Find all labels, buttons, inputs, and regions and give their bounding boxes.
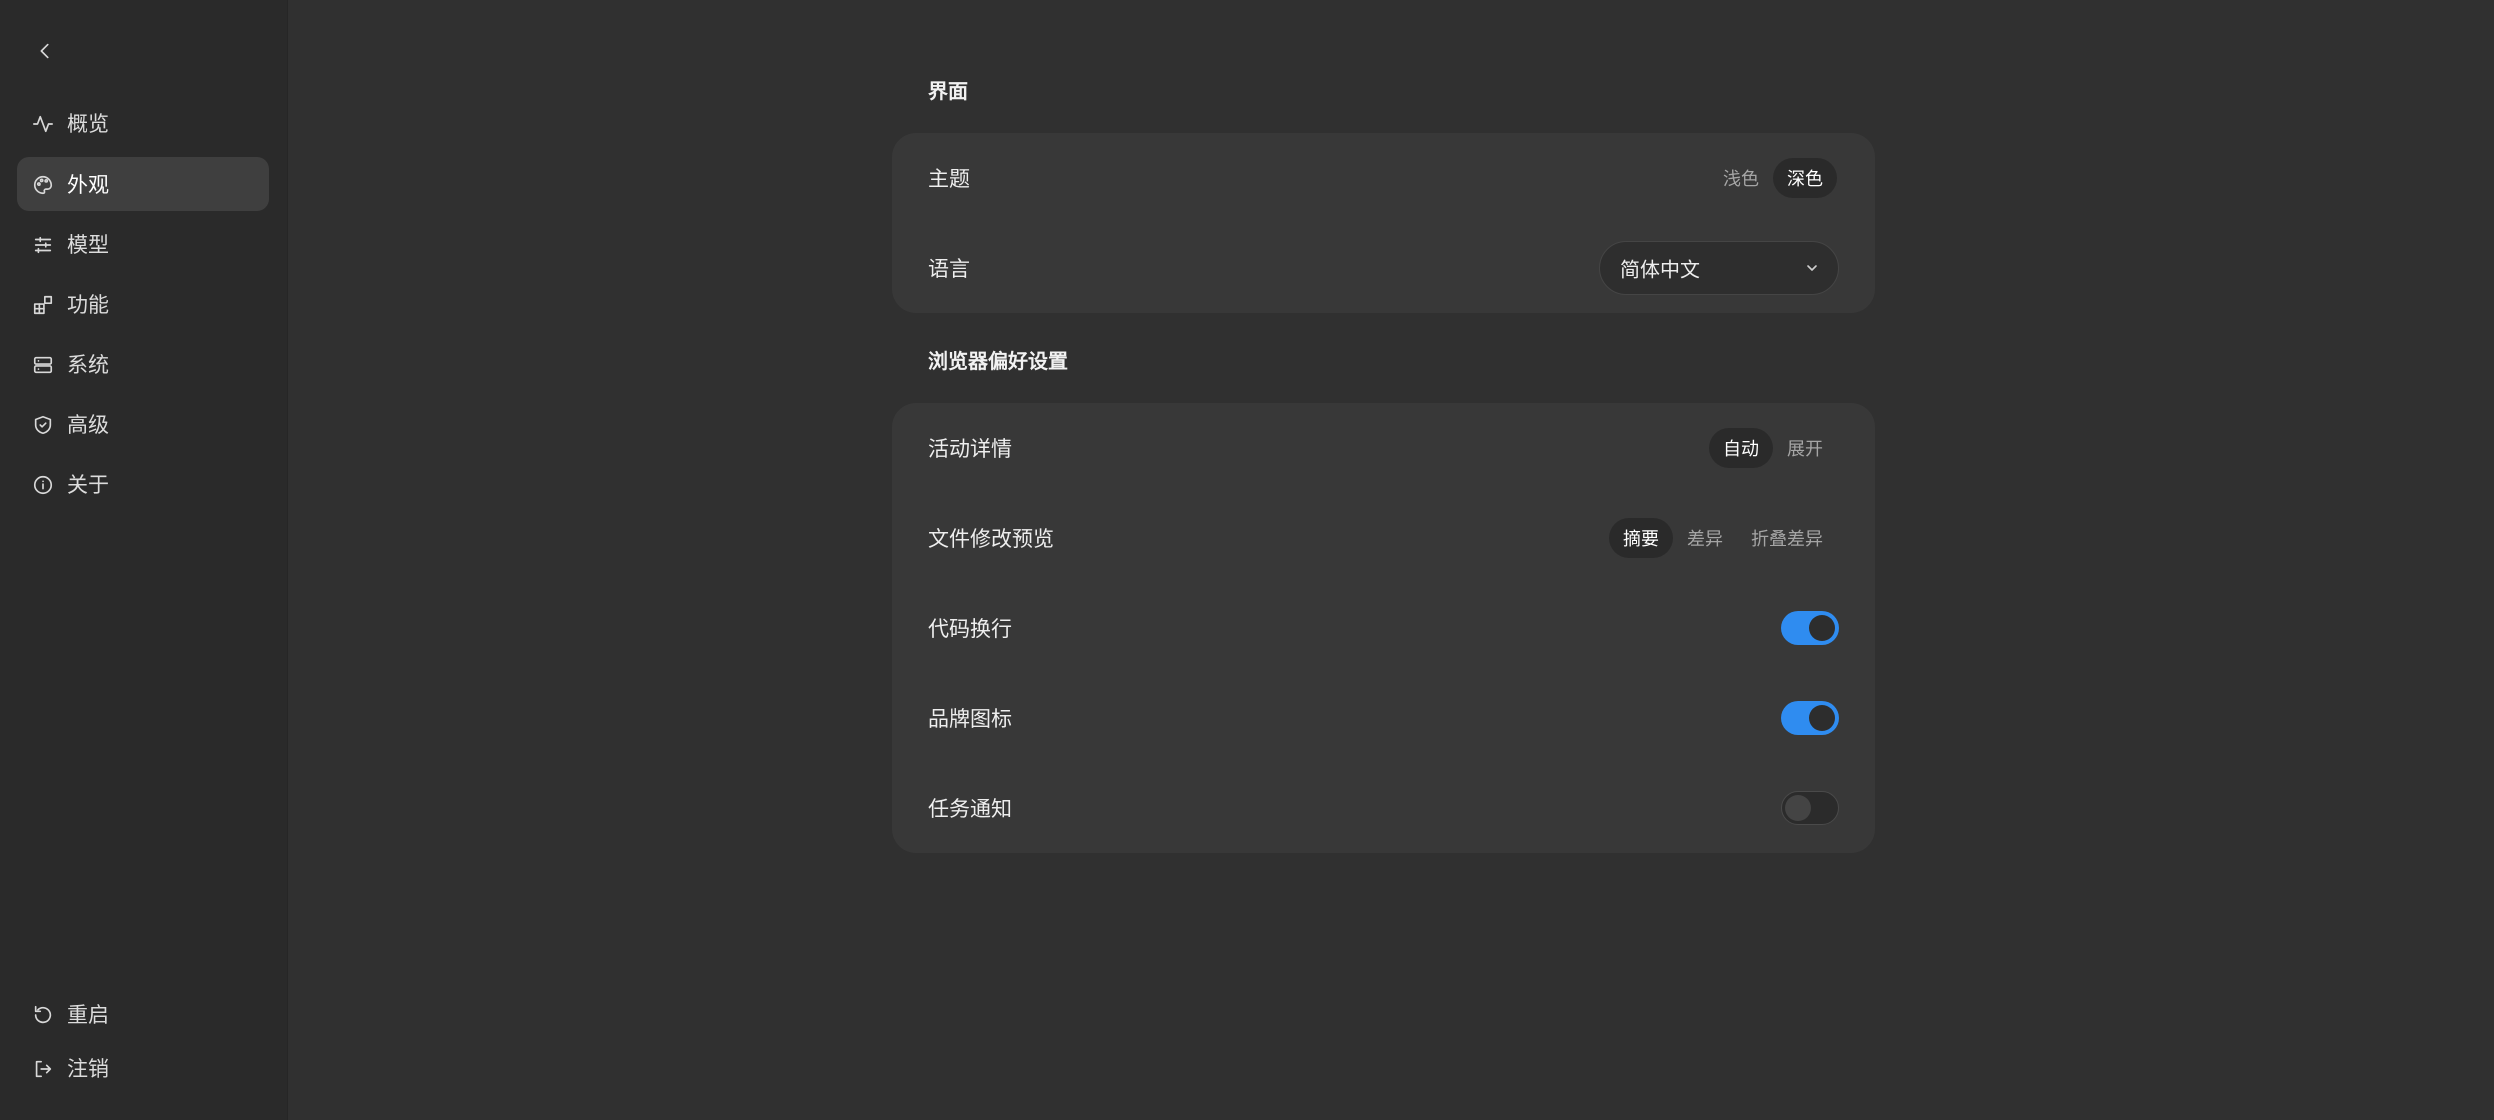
sidebar-item-about[interactable]: 关于 <box>17 457 269 511</box>
toggle-knob <box>1809 705 1835 731</box>
sidebar-item-label: 高级 <box>67 413 109 437</box>
settings-window: 概览 外观 模型 功能 系统 高级 关于 重启 注销 界面 主题 浅色 深色 语… <box>0 0 2494 1120</box>
back-button[interactable] <box>28 34 62 68</box>
sidebar-item-label: 功能 <box>67 293 109 317</box>
sidebar-item-label: 概览 <box>67 112 109 136</box>
activity-option-auto[interactable]: 自动 <box>1709 428 1773 468</box>
sidebar-item-label: 外观 <box>67 173 109 197</box>
sidebar-item-label: 关于 <box>67 473 109 497</box>
info-icon <box>31 473 55 497</box>
sliders-icon <box>31 233 55 257</box>
task-notify-label: 任务通知 <box>928 797 1012 821</box>
section-title-interface: 界面 <box>928 79 968 103</box>
activity-row: 活动详情 自动 展开 <box>892 403 1875 493</box>
sidebar-item-appearance[interactable]: 外观 <box>17 157 269 211</box>
sidebar-item-label: 重启 <box>67 1003 109 1027</box>
sidebar-item-overview[interactable]: 概览 <box>17 96 269 150</box>
theme-option-light[interactable]: 浅色 <box>1709 158 1773 198</box>
language-select-value: 简体中文 <box>1620 257 1700 282</box>
logout-icon <box>31 1057 55 1081</box>
activity-option-expand[interactable]: 展开 <box>1773 428 1837 468</box>
restart-button[interactable]: 重启 <box>17 987 269 1041</box>
file-preview-row: 文件修改预览 摘要 差异 折叠差异 <box>892 493 1875 583</box>
file-preview-option-summary[interactable]: 摘要 <box>1609 518 1673 558</box>
activity-icon <box>31 112 55 136</box>
sidebar-item-features[interactable]: 功能 <box>17 277 269 331</box>
brand-icon-toggle[interactable] <box>1781 701 1839 735</box>
file-preview-option-diff[interactable]: 差异 <box>1673 518 1737 558</box>
language-select[interactable]: 简体中文 <box>1599 241 1839 295</box>
file-preview-option-collapsed-diff[interactable]: 折叠差异 <box>1737 518 1837 558</box>
theme-segmented-control: 浅色 深色 <box>1709 158 1837 198</box>
toggle-knob <box>1809 615 1835 641</box>
language-label: 语言 <box>928 257 970 281</box>
file-preview-segmented-control: 摘要 差异 折叠差异 <box>1609 518 1837 558</box>
toggle-knob <box>1785 795 1811 821</box>
chevron-down-icon <box>1804 260 1820 276</box>
server-icon <box>31 353 55 377</box>
task-notify-row: 任务通知 <box>892 763 1875 853</box>
theme-label: 主题 <box>928 167 970 191</box>
sidebar-item-label: 注销 <box>67 1057 109 1081</box>
restart-icon <box>31 1003 55 1027</box>
palette-icon <box>31 173 55 197</box>
sidebar-item-system[interactable]: 系统 <box>17 337 269 391</box>
file-preview-label: 文件修改预览 <box>928 527 1054 551</box>
shield-icon <box>31 413 55 437</box>
blocks-icon <box>31 293 55 317</box>
activity-label: 活动详情 <box>928 437 1012 461</box>
chevron-left-icon <box>40 43 49 59</box>
sidebar-item-advanced[interactable]: 高级 <box>17 397 269 451</box>
theme-option-dark[interactable]: 深色 <box>1773 158 1837 198</box>
sidebar-item-label: 系统 <box>67 353 109 377</box>
language-row: 语言 简体中文 <box>892 223 1875 313</box>
browser-card: 活动详情 自动 展开 文件修改预览 摘要 差异 折叠差异 代码换行 品牌图标 任… <box>892 403 1875 853</box>
brand-icon-row: 品牌图标 <box>892 673 1875 763</box>
logout-button[interactable]: 注销 <box>17 1041 269 1095</box>
activity-segmented-control: 自动 展开 <box>1709 428 1837 468</box>
interface-card: 主题 浅色 深色 语言 简体中文 <box>892 133 1875 313</box>
theme-row: 主题 浅色 深色 <box>892 133 1875 223</box>
code-wrap-toggle[interactable] <box>1781 611 1839 645</box>
sidebar: 概览 外观 模型 功能 系统 高级 关于 重启 注销 <box>0 0 288 1120</box>
code-wrap-label: 代码换行 <box>928 617 1012 641</box>
sidebar-item-models[interactable]: 模型 <box>17 217 269 271</box>
sidebar-item-label: 模型 <box>67 233 109 257</box>
brand-icon-label: 品牌图标 <box>928 707 1012 731</box>
section-title-browser: 浏览器偏好设置 <box>928 349 1068 373</box>
task-notify-toggle[interactable] <box>1781 791 1839 825</box>
code-wrap-row: 代码换行 <box>892 583 1875 673</box>
